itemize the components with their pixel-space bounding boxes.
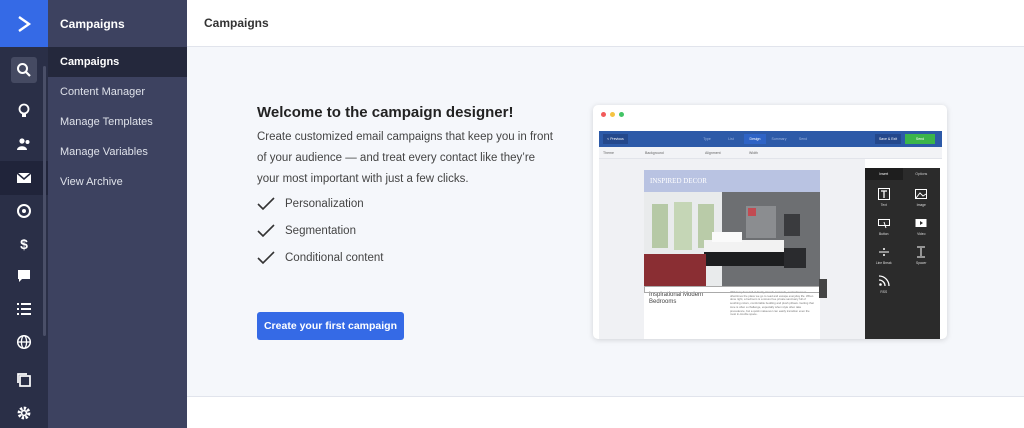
preview-toolbar-width: Width — [749, 151, 758, 155]
preview-block-label: Image — [916, 203, 926, 207]
preview-block-spacer: Spacer — [903, 246, 941, 265]
nav-pages[interactable] — [0, 363, 48, 397]
preview-toolbar: Theme Background Alignment Width — [599, 147, 942, 159]
feature-label: Personalization — [285, 198, 364, 210]
preview-send-button: Send — [905, 134, 935, 144]
conversations-icon — [18, 270, 30, 282]
preview-email-heading: Inspirational Modern Bedrooms — [649, 292, 704, 305]
preview-email: INSPIRED DECOR Inspirational Modern Bedr… — [644, 170, 820, 339]
lightbulb-icon — [18, 103, 30, 117]
preview-tab: Summary — [771, 137, 787, 141]
checkmark-icon — [257, 224, 275, 238]
subnav-item-manage-variables[interactable]: Manage Variables — [48, 137, 187, 167]
deals-icon: $ — [20, 236, 28, 252]
welcome-description: Create customized email campaigns that k… — [257, 131, 553, 185]
gear-icon — [17, 406, 31, 420]
preview-appbar: < Previous Type List Design Summary Send… — [599, 131, 942, 147]
checkmark-icon — [257, 197, 275, 211]
line-break-block-icon — [878, 248, 889, 256]
preview-block-label: RSS — [880, 290, 888, 294]
subnav-item-campaigns[interactable]: Campaigns — [48, 47, 187, 77]
preview-toolbar-theme: Theme — [603, 151, 614, 155]
preview-block-label: Video — [917, 232, 926, 236]
search-icon — [17, 63, 31, 77]
lists-icon — [17, 303, 31, 315]
preview-previous-button: < Previous — [603, 134, 628, 144]
image-block-icon — [915, 189, 928, 199]
icon-rail: $ — [0, 0, 48, 428]
activecampaign-logo-icon — [18, 15, 32, 32]
preview-block-controls — [819, 279, 827, 298]
feature-label: Segmentation — [285, 225, 356, 237]
page-header: Campaigns — [187, 0, 1024, 47]
video-block-icon — [915, 219, 927, 227]
preview-toolbar-background: Background — [645, 151, 664, 155]
preview-block-text: Text — [865, 188, 903, 207]
preview-block-label: Button — [878, 232, 889, 236]
preview-block-line-break: Line Break — [865, 246, 903, 265]
subnav-item-manage-templates[interactable]: Manage Templates — [48, 107, 187, 137]
nav-deals[interactable]: $ — [0, 227, 48, 261]
subnav-title: Campaigns — [60, 16, 125, 31]
preview-email-body: With busy lives full of family, friends … — [730, 290, 814, 317]
nav-campaigns[interactable] — [0, 161, 48, 195]
logo[interactable] — [0, 0, 48, 47]
automations-icon — [17, 204, 31, 218]
window-dots — [601, 112, 624, 117]
pages-icon — [17, 373, 31, 387]
text-block-icon — [877, 188, 890, 200]
preview-block-image: Image — [903, 188, 941, 207]
globe-icon — [16, 334, 32, 350]
preview-block-button: Button — [865, 217, 903, 236]
subnav-item-content-manager[interactable]: Content Manager — [48, 77, 187, 107]
checkmark-icon — [257, 251, 275, 265]
preview-panel-tab: Insert — [865, 168, 903, 180]
preview-selected-block — [644, 286, 820, 293]
nav-contacts[interactable] — [0, 127, 48, 161]
rss-block-icon — [878, 275, 890, 287]
preview-tab: Send — [798, 137, 808, 141]
spacer-block-icon — [917, 246, 926, 258]
preview-panel-tab: Options — [915, 172, 928, 176]
preview-tab: List — [728, 137, 734, 141]
preview-block-label: Line Break — [875, 261, 892, 265]
nav-ideas[interactable] — [0, 94, 48, 128]
preview-block-video: Video — [903, 217, 941, 236]
feature-item: Segmentation — [257, 223, 356, 239]
feature-item: Personalization — [257, 196, 364, 212]
page-title: Campaigns — [204, 16, 269, 30]
preview-block-rss: RSS — [865, 275, 903, 294]
main-content: Welcome to the campaign designer! Create… — [187, 47, 1024, 396]
contacts-icon — [17, 138, 30, 150]
campaigns-icon — [16, 172, 32, 183]
button-block-icon — [877, 219, 890, 229]
preview-email-header: INSPIRED DECOR — [644, 170, 820, 192]
campaign-designer-preview: < Previous Type List Design Summary Send… — [593, 105, 947, 339]
welcome-title: Welcome to the campaign designer! — [257, 104, 514, 121]
feature-item: Conditional content — [257, 250, 383, 266]
subnav-item-view-archive[interactable]: View Archive — [48, 167, 187, 197]
search-button[interactable] — [11, 57, 37, 83]
nav-automations[interactable] — [0, 194, 48, 228]
nav-conversations[interactable] — [0, 259, 48, 293]
preview-block-label: Text — [880, 203, 887, 207]
svg-text:$: $ — [20, 236, 28, 252]
preview-toolbar-alignment: Alignment — [705, 151, 721, 155]
campaigns-subnav: Campaigns Campaigns Content Manager Mana… — [48, 0, 187, 428]
preview-insert-panel: Insert Options Text Image Button Video L… — [865, 168, 940, 339]
nav-lists[interactable] — [0, 292, 48, 326]
bedroom-photo — [644, 192, 820, 286]
preview-block-label: Spacer — [916, 261, 927, 265]
footer-area — [187, 396, 1024, 428]
preview-save-button: Save & Exit — [875, 134, 901, 144]
nav-site[interactable] — [0, 325, 48, 359]
rail-scrollbar[interactable] — [43, 66, 46, 336]
preview-tab: Type — [703, 137, 711, 141]
nav-settings[interactable] — [0, 396, 48, 428]
create-campaign-button[interactable]: Create your first campaign — [257, 312, 404, 340]
feature-label: Conditional content — [285, 252, 384, 264]
preview-tab: Design — [744, 134, 766, 144]
